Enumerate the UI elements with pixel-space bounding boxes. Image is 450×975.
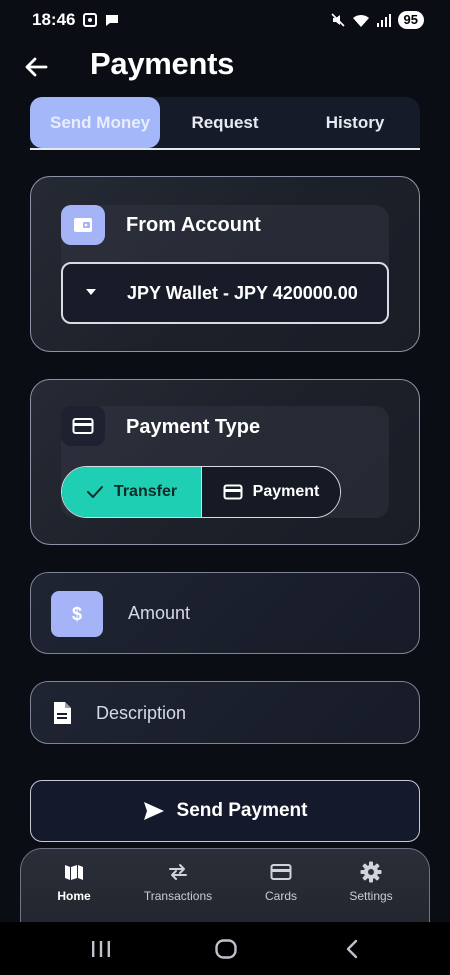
nav-transactions-label: Transactions <box>143 889 213 903</box>
nav-cards-label: Cards <box>264 889 297 903</box>
back-system-button[interactable] <box>340 938 364 960</box>
payment-type-label: Payment Type <box>126 416 261 438</box>
account-select[interactable]: JPY Wallet - JPY 420000.00 <box>61 262 389 324</box>
send-payment-button[interactable]: Send Payment <box>30 780 420 842</box>
recent-apps-button[interactable] <box>89 938 113 960</box>
nav-settings-label: Settings <box>349 889 393 903</box>
wallet-icon <box>74 218 92 232</box>
from-account-card: From Account JPY Wallet - JPY 420000.00 <box>30 176 420 352</box>
tab-request[interactable]: Request <box>160 97 290 148</box>
gear-icon <box>360 861 382 883</box>
tab-send-money[interactable]: Send Money <box>30 97 160 148</box>
document-icon <box>54 702 71 724</box>
credit-card-icon-box <box>61 406 105 446</box>
system-navigation-bar <box>0 922 450 975</box>
credit-card-icon <box>270 864 292 880</box>
send-icon <box>143 802 164 820</box>
payment-option-label: Payment <box>252 483 320 500</box>
nav-home-label: Home <box>57 889 91 903</box>
signal-icon <box>376 14 391 27</box>
amount-placeholder: Amount <box>128 603 191 623</box>
arrow-left-icon <box>25 57 48 77</box>
description-field[interactable]: Description <box>30 681 420 744</box>
map-icon <box>65 865 83 880</box>
chat-icon <box>106 15 118 26</box>
recent-apps-icon <box>92 941 110 957</box>
status-bar: 18:46 95 <box>0 0 450 40</box>
caret-down-icon <box>86 289 96 295</box>
back-button[interactable] <box>22 53 50 81</box>
payment-option[interactable]: Payment <box>201 467 340 517</box>
status-time: 18:46 <box>32 10 76 29</box>
dollar-icon: $ <box>51 591 103 637</box>
wifi-icon <box>352 14 369 27</box>
wallet-icon-box <box>61 205 105 245</box>
status-system-icons: 95 <box>330 11 424 29</box>
account-select-value: JPY Wallet - JPY 420000.00 <box>127 283 358 303</box>
swap-arrows-icon <box>169 864 187 880</box>
nav-cards[interactable]: Cards <box>236 861 326 903</box>
screenshot-icon <box>83 13 97 27</box>
send-payment-label: Send Payment <box>176 800 308 821</box>
status-notification-icons <box>82 12 120 28</box>
tab-bar: Send Money Request History <box>30 97 420 150</box>
home-button[interactable] <box>214 938 238 960</box>
amount-field[interactable]: $ Amount <box>30 572 420 654</box>
description-placeholder: Description <box>96 703 187 723</box>
home-circle-icon <box>215 939 237 959</box>
transfer-option[interactable]: Transfer <box>62 467 201 517</box>
tab-history[interactable]: History <box>290 97 420 148</box>
transfer-option-label: Transfer <box>113 483 178 500</box>
credit-card-icon <box>223 484 243 500</box>
payment-type-toggle: Transfer Payment <box>61 466 341 518</box>
mute-icon <box>330 13 345 27</box>
chevron-left-icon <box>346 939 358 959</box>
credit-card-icon <box>72 418 94 434</box>
battery-indicator: 95 <box>397 11 424 29</box>
page-title: Payments <box>90 46 235 81</box>
nav-home[interactable]: Home <box>29 861 119 903</box>
nav-settings[interactable]: Settings <box>326 861 416 903</box>
check-icon <box>86 486 103 498</box>
from-account-label: From Account <box>126 214 261 236</box>
payment-type-card: Payment Type Transfer Payment <box>30 379 420 545</box>
nav-transactions[interactable]: Transactions <box>133 861 223 903</box>
